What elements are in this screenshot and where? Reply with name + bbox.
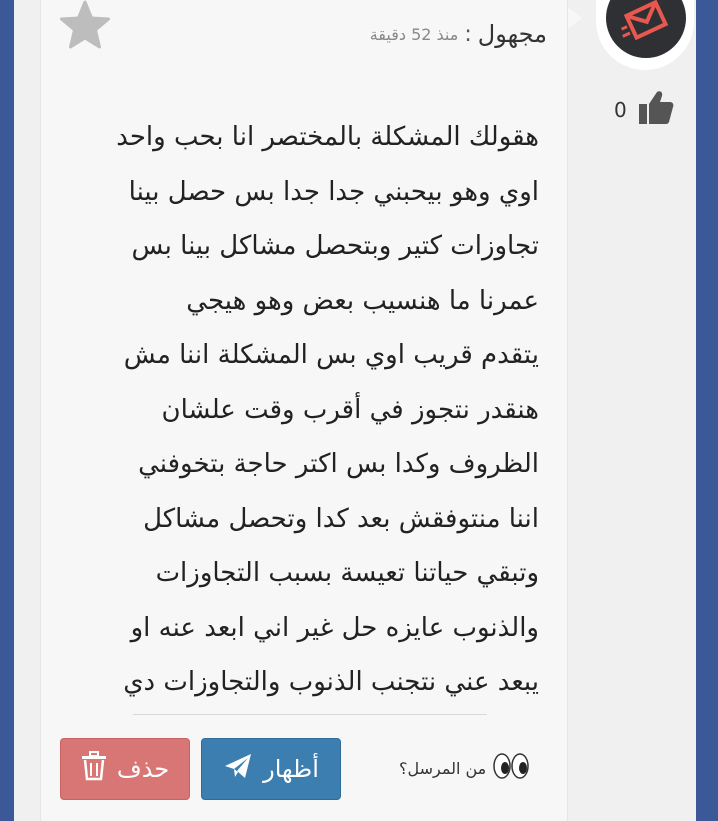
message-line: والذنوب عايزه حل غير اني ابعد عنه او [130, 612, 539, 643]
message-card: مجهول : منذ 52 دقيقة هقولك المشكلة بالمخ… [40, 0, 568, 821]
message-line: الظروف وكدا بس اكتر حاجة بتخوفني [138, 449, 539, 479]
delete-button[interactable]: حذف [60, 738, 190, 800]
message-line: اننا منتوفقش بعد كدا وتحصل مشاكل [143, 503, 539, 534]
show-button[interactable]: أظهار [201, 738, 341, 800]
author-separator: : [464, 21, 472, 47]
message-line: هقولك المشكلة بالمختصر انا بحب واحد [116, 122, 539, 152]
message-line: وتبقي حياتنا تعيسة بسبب التجاوزات [155, 558, 539, 588]
post-time: منذ 52 دقيقة [369, 24, 459, 44]
author-name: مجهول [477, 20, 547, 48]
like-count: 0 [614, 98, 627, 122]
trash-icon [81, 751, 107, 787]
reveal-sender-label: من المرسل؟ [399, 758, 487, 778]
message-line: تجاوزات كتير وبتحصل مشاكل بينا بس [131, 231, 540, 261]
thumbs-up-icon[interactable] [636, 88, 676, 132]
star-icon[interactable] [59, 0, 111, 54]
paper-plane-icon [223, 752, 253, 786]
message-line: يتقدم قريب اوي بس المشكلة اننا مش [123, 340, 539, 370]
divider [133, 714, 487, 715]
reveal-sender-link[interactable]: من المرسل؟ [399, 748, 530, 788]
eyes-icon [492, 751, 530, 785]
like-widget: 0 [614, 88, 678, 128]
message-line: اوي وهو بيحبني جدا جدا بس حصل بينا [128, 176, 539, 207]
message-line: هنقدر نتجوز في أقرب وقت علشان [161, 394, 539, 425]
message-body: هقولك المشكلة بالمختصر انا بحب واحد اوي … [59, 110, 539, 710]
message-line: يبعد عني نتجنب الذنوب والتجاوزات دي [123, 667, 539, 697]
delete-button-label: حذف [116, 755, 170, 783]
message-line: عمرنا ما هنسيب بعض وهو هيجي [186, 285, 539, 316]
show-button-label: أظهار [263, 755, 319, 783]
card-header: مجهول : منذ 52 دقيقة [370, 14, 547, 54]
